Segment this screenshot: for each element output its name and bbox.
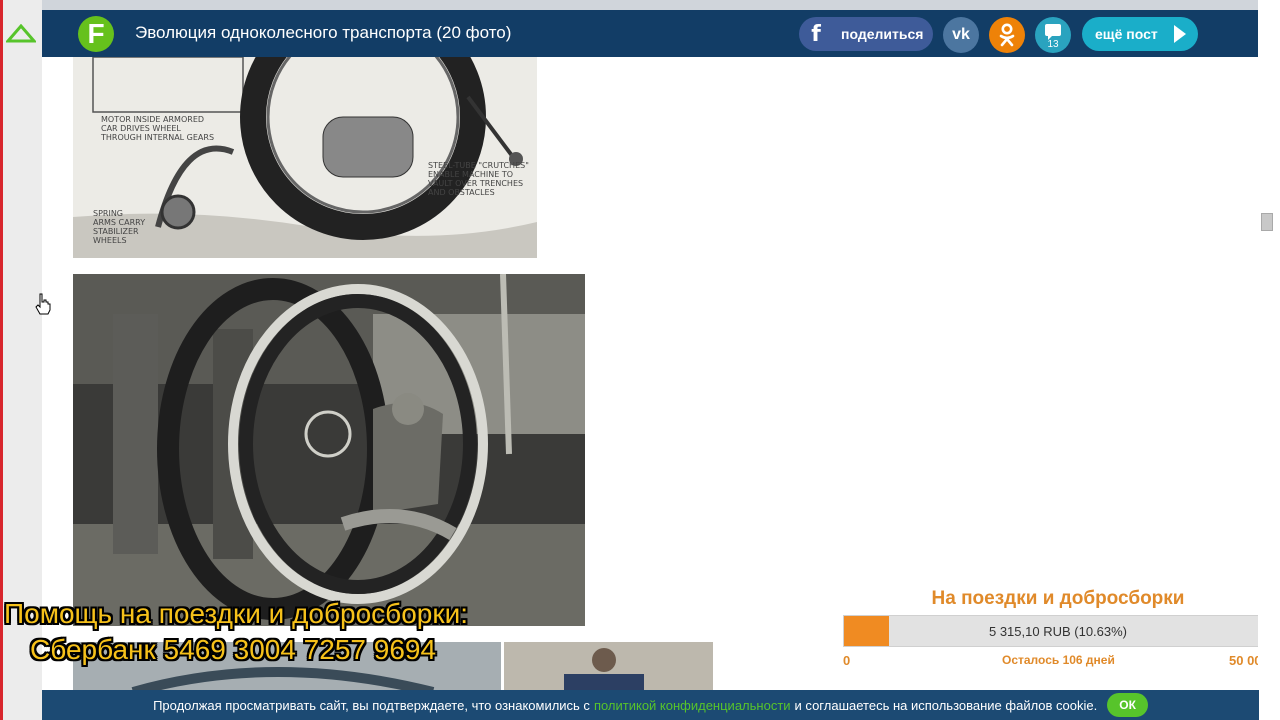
up-arrow-icon	[6, 24, 36, 43]
odnoklassniki-share-button[interactable]	[989, 17, 1025, 53]
page-scrollbar-thumb[interactable]	[1261, 213, 1273, 231]
post-photo-illustration: MOTOR INSIDE ARMORED CAR DRIVES WHEEL TH…	[73, 57, 537, 258]
comments-count: 13	[1047, 39, 1059, 50]
cookie-text-after: и соглашаетесь на использование файлов c…	[794, 697, 1098, 713]
facebook-share-button[interactable]: f поделиться	[799, 17, 933, 51]
next-post-label: ещё пост	[1095, 26, 1158, 42]
share-label: поделиться	[841, 26, 924, 42]
fundraiser-progress-bar: 5 315,10 RUB (10.63%)	[843, 615, 1273, 647]
vk-icon: vk	[952, 26, 970, 43]
caption-crutches: STEEL-TUBE "CRUTCHES" ENABLE MACHINE TO …	[428, 161, 529, 197]
comment-bubble-icon	[1045, 24, 1061, 40]
post-photo-partial-right	[504, 642, 713, 692]
post-title: Эволюция одноколесного транспорта (20 фо…	[135, 23, 512, 42]
play-arrow-icon	[1174, 25, 1186, 43]
scroll-to-top-button[interactable]	[2, 12, 40, 56]
facebook-icon: f	[811, 21, 821, 47]
post-header: F Эволюция одноколесного транспорта (20 …	[42, 10, 1259, 57]
monowheel-photo	[73, 274, 585, 626]
page-scrollbar-track[interactable]	[1258, 0, 1280, 720]
hand-cursor-icon	[35, 293, 51, 315]
cookie-banner: Продолжая просматривать сайт, вы подтвер…	[42, 690, 1259, 720]
fundraiser-min-label: 0	[843, 653, 851, 668]
donation-line-2: Сбербанк 5469 3004 7257 9694	[30, 634, 437, 665]
fundraiser-amount: 5 315,10 RUB (10.63%)	[988, 623, 1128, 639]
browser-top-strip	[0, 0, 1280, 10]
cookie-ok-button[interactable]: ОК	[1107, 693, 1148, 717]
privacy-policy-link[interactable]: политикой конфиденциальности	[594, 698, 791, 713]
vk-share-button[interactable]: vk	[943, 17, 979, 53]
fundraiser-remaining-days: Осталось 106 дней	[1002, 653, 1115, 667]
odnoklassniki-icon	[999, 23, 1015, 47]
donation-line-1: Помощь на поездки и добросборки:	[4, 598, 469, 629]
comments-button[interactable]: 13	[1035, 17, 1071, 53]
caption-spring: SPRING ARMS CARRY STABILIZER WHEELS	[93, 209, 146, 245]
post-photo-monowheel	[73, 274, 585, 626]
caption-motor: MOTOR INSIDE ARMORED CAR DRIVES WHEEL TH…	[101, 115, 215, 142]
cookie-text-before: Продолжая просматривать сайт, вы подтвер…	[153, 697, 590, 713]
next-post-button[interactable]: ещё пост	[1082, 17, 1198, 51]
partial-photo-right	[504, 642, 713, 692]
fundraiser-title: На поездки и добросборки	[931, 588, 1185, 609]
site-logo[interactable]: F	[78, 16, 114, 52]
